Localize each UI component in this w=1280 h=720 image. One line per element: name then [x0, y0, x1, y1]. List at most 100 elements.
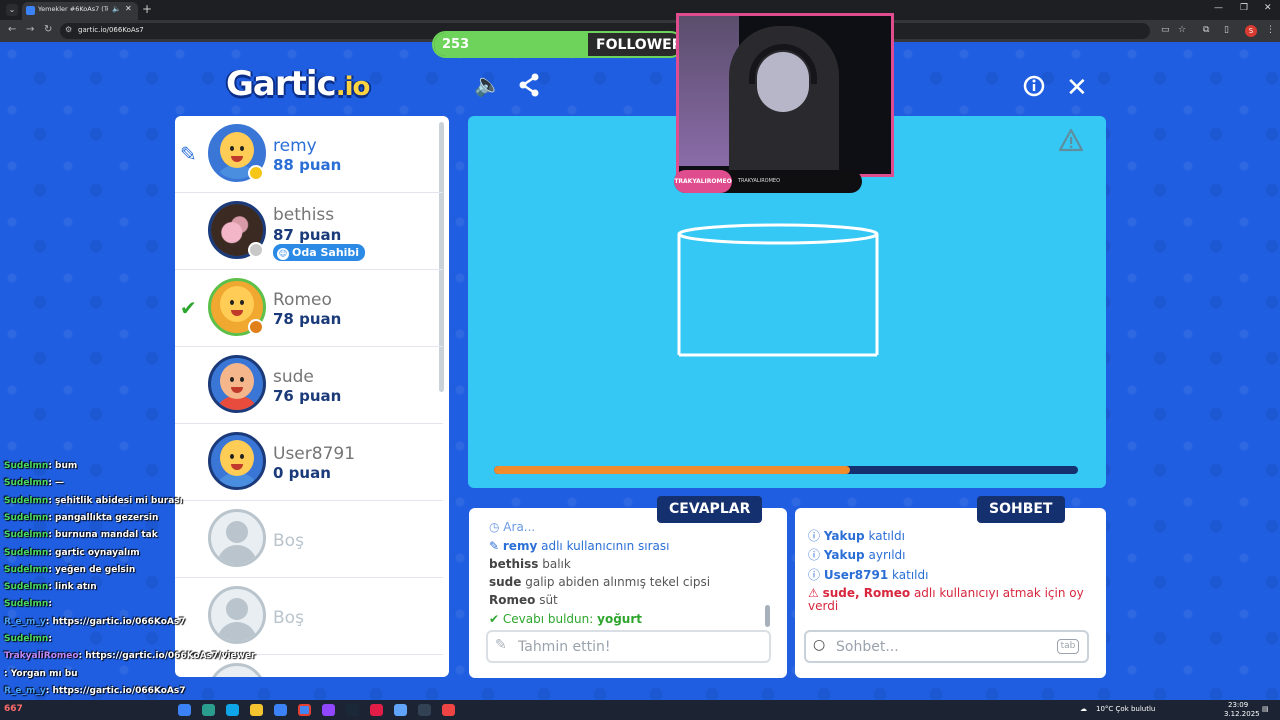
empty-avatar-head: [226, 598, 248, 620]
opera-icon[interactable]: [370, 704, 383, 716]
stream-chat-user: Sudelmn: [4, 512, 49, 523]
empty-avatar-icon: [208, 663, 266, 677]
twitch-icon[interactable]: [322, 704, 335, 716]
menu-icon[interactable]: ⋮: [1266, 25, 1275, 35]
guess-field[interactable]: ✎: [486, 630, 771, 663]
answer-message: bethiss balık: [489, 557, 571, 571]
answer-message: sude galip abiden alınmış tekel cipsi: [489, 575, 710, 589]
avatar-eye: [240, 377, 244, 382]
chat-message-cont: verdi: [808, 599, 838, 613]
app-icon[interactable]: [442, 704, 455, 716]
share-icon[interactable]: [518, 73, 540, 103]
volume-icon[interactable]: 🔈: [474, 73, 501, 98]
window-close-icon[interactable]: ✕: [1264, 3, 1272, 13]
webcam-handle: TRAKYALIROMEO: [738, 178, 781, 184]
clock-date[interactable]: 3.12.2025: [1224, 710, 1260, 718]
back-icon[interactable]: ←: [8, 24, 16, 35]
close-tab-icon[interactable]: ✕: [125, 4, 132, 13]
player-row: bethiss 87 puan ☺ Oda Sahibi: [175, 193, 443, 270]
reload-icon[interactable]: ↻: [44, 24, 52, 35]
weather-text[interactable]: 10°C Çok bulutlu: [1096, 705, 1155, 713]
avatar-mouth: [231, 387, 243, 393]
avatar: [208, 432, 266, 490]
search-icon: ○: [813, 637, 826, 653]
chat-panel: SOHBET ⓘ Yakup katıldı ⓘ Yakup ayrıldı ⓘ…: [795, 496, 1106, 678]
stream-chat-user: R_e_m_y: [4, 685, 46, 696]
warning-icon: ⚠: [808, 586, 819, 600]
empty-avatar-head: [226, 521, 248, 543]
browser-tab[interactable]: Yemekler #6KoAs7 (Türkçe) 🔈 ✕: [22, 2, 138, 20]
player-name: User8791: [273, 444, 356, 464]
steam-icon[interactable]: [346, 704, 359, 716]
profile-avatar[interactable]: S: [1245, 25, 1257, 37]
forward-icon[interactable]: →: [26, 24, 34, 35]
chat-field[interactable]: ○ tab: [804, 630, 1089, 663]
player-score: 78 puan: [273, 310, 342, 328]
avatar-face: [220, 363, 254, 399]
player-row: sude 76 puan: [175, 347, 443, 424]
clock-time[interactable]: 23:09: [1228, 701, 1248, 709]
answer-message: ✔ Cevabı buldun: yoğurt: [489, 612, 642, 626]
windows-taskbar: 667 ☁ 10°C Çok bulutlu 23:09 3.12.2025 ▤: [0, 700, 1280, 720]
guess-input[interactable]: [518, 636, 738, 658]
info-icon[interactable]: [1023, 75, 1045, 103]
empty-slot-label: Boş: [273, 531, 304, 551]
stream-chat-line: TrakyaliRomeo: https://gartic.io/066KoAs…: [4, 651, 255, 661]
sidebar-icon[interactable]: ▯: [1224, 25, 1229, 35]
folder-icon[interactable]: [250, 704, 263, 716]
room-owner-label: Oda Sahibi: [292, 246, 360, 259]
site-info-icon[interactable]: ⚙: [65, 25, 72, 34]
stream-chat-text: : https://gartic.io/066KoAs7/viewer: [78, 651, 256, 662]
maximize-icon[interactable]: ❐: [1240, 3, 1248, 13]
stream-chat-user: Sudelmn: [4, 634, 49, 644]
status-dot: [248, 319, 264, 335]
stream-chat-text: : pangallıkta gezersin: [48, 512, 159, 523]
stream-chat-user: Sudelmn: [4, 530, 49, 541]
stream-chat-user: Sudelmn: [4, 478, 49, 489]
cast-icon[interactable]: ▭: [1161, 25, 1170, 35]
chat-input[interactable]: [836, 636, 1056, 658]
weather-icon[interactable]: ☁: [1080, 705, 1087, 713]
message-user: Yakup: [823, 548, 865, 562]
bookmark-star-icon[interactable]: ☆: [1178, 25, 1186, 35]
explorer-icon[interactable]: [178, 704, 191, 716]
stream-chat-line: Sudelmn:: [4, 599, 52, 609]
app-icon[interactable]: [394, 704, 407, 716]
chat-message: ⚠ sude, Romeo adlı kullanıcıyı atmak içi…: [808, 586, 1084, 600]
answers-scrollbar[interactable]: [765, 605, 770, 627]
notification-icon[interactable]: ▤: [1262, 705, 1269, 713]
stream-chat-user: Sudelmn: [4, 495, 49, 506]
answers-title: CEVAPLAR: [657, 496, 763, 523]
player-list: ✎ remy 88 puan bethiss 87 puan ☺ Oda Sahi…: [175, 116, 449, 677]
message-user: Romeo: [489, 593, 536, 607]
avatar-eye: [230, 146, 234, 151]
checkmark-icon: ✔: [489, 612, 500, 626]
tab-search-button[interactable]: ⌄: [6, 4, 18, 16]
answer-message: Romeo süt: [489, 593, 558, 607]
viewer-count: 667: [4, 704, 23, 714]
stream-chat-text: : —: [48, 478, 65, 489]
stream-chat-text: : burnuna mandal tak: [48, 530, 158, 541]
avatar-mouth: [231, 156, 243, 162]
new-tab-button[interactable]: +: [142, 2, 152, 16]
message-user: sude, Romeo: [822, 586, 911, 600]
speaker-icon[interactable]: 🔈: [112, 5, 121, 13]
stream-chat-text: :: [48, 599, 52, 610]
app-icon[interactable]: [202, 704, 215, 716]
player-row: ✎ remy 88 puan: [175, 116, 443, 193]
stream-chat-user: Sudelmn: [4, 461, 49, 471]
edge-icon[interactable]: [226, 704, 239, 716]
avatar-eye: [240, 300, 244, 305]
empty-slot-label: Boş: [273, 608, 304, 628]
message-text: balık: [542, 557, 571, 571]
chat-message: ⓘ Yakup ayrıldı: [808, 546, 906, 563]
obs-icon[interactable]: [418, 704, 431, 716]
minimize-icon[interactable]: —: [1214, 3, 1223, 13]
extensions-icon[interactable]: ⧉: [1203, 25, 1209, 35]
info-icon: ⓘ: [808, 529, 821, 543]
round-timer-fill: [494, 466, 851, 474]
gartic-logo[interactable]: Gartic.io: [226, 64, 370, 104]
chrome-icon[interactable]: [298, 704, 311, 716]
mail-icon[interactable]: [274, 704, 287, 716]
exit-icon[interactable]: ✕: [1066, 73, 1088, 103]
